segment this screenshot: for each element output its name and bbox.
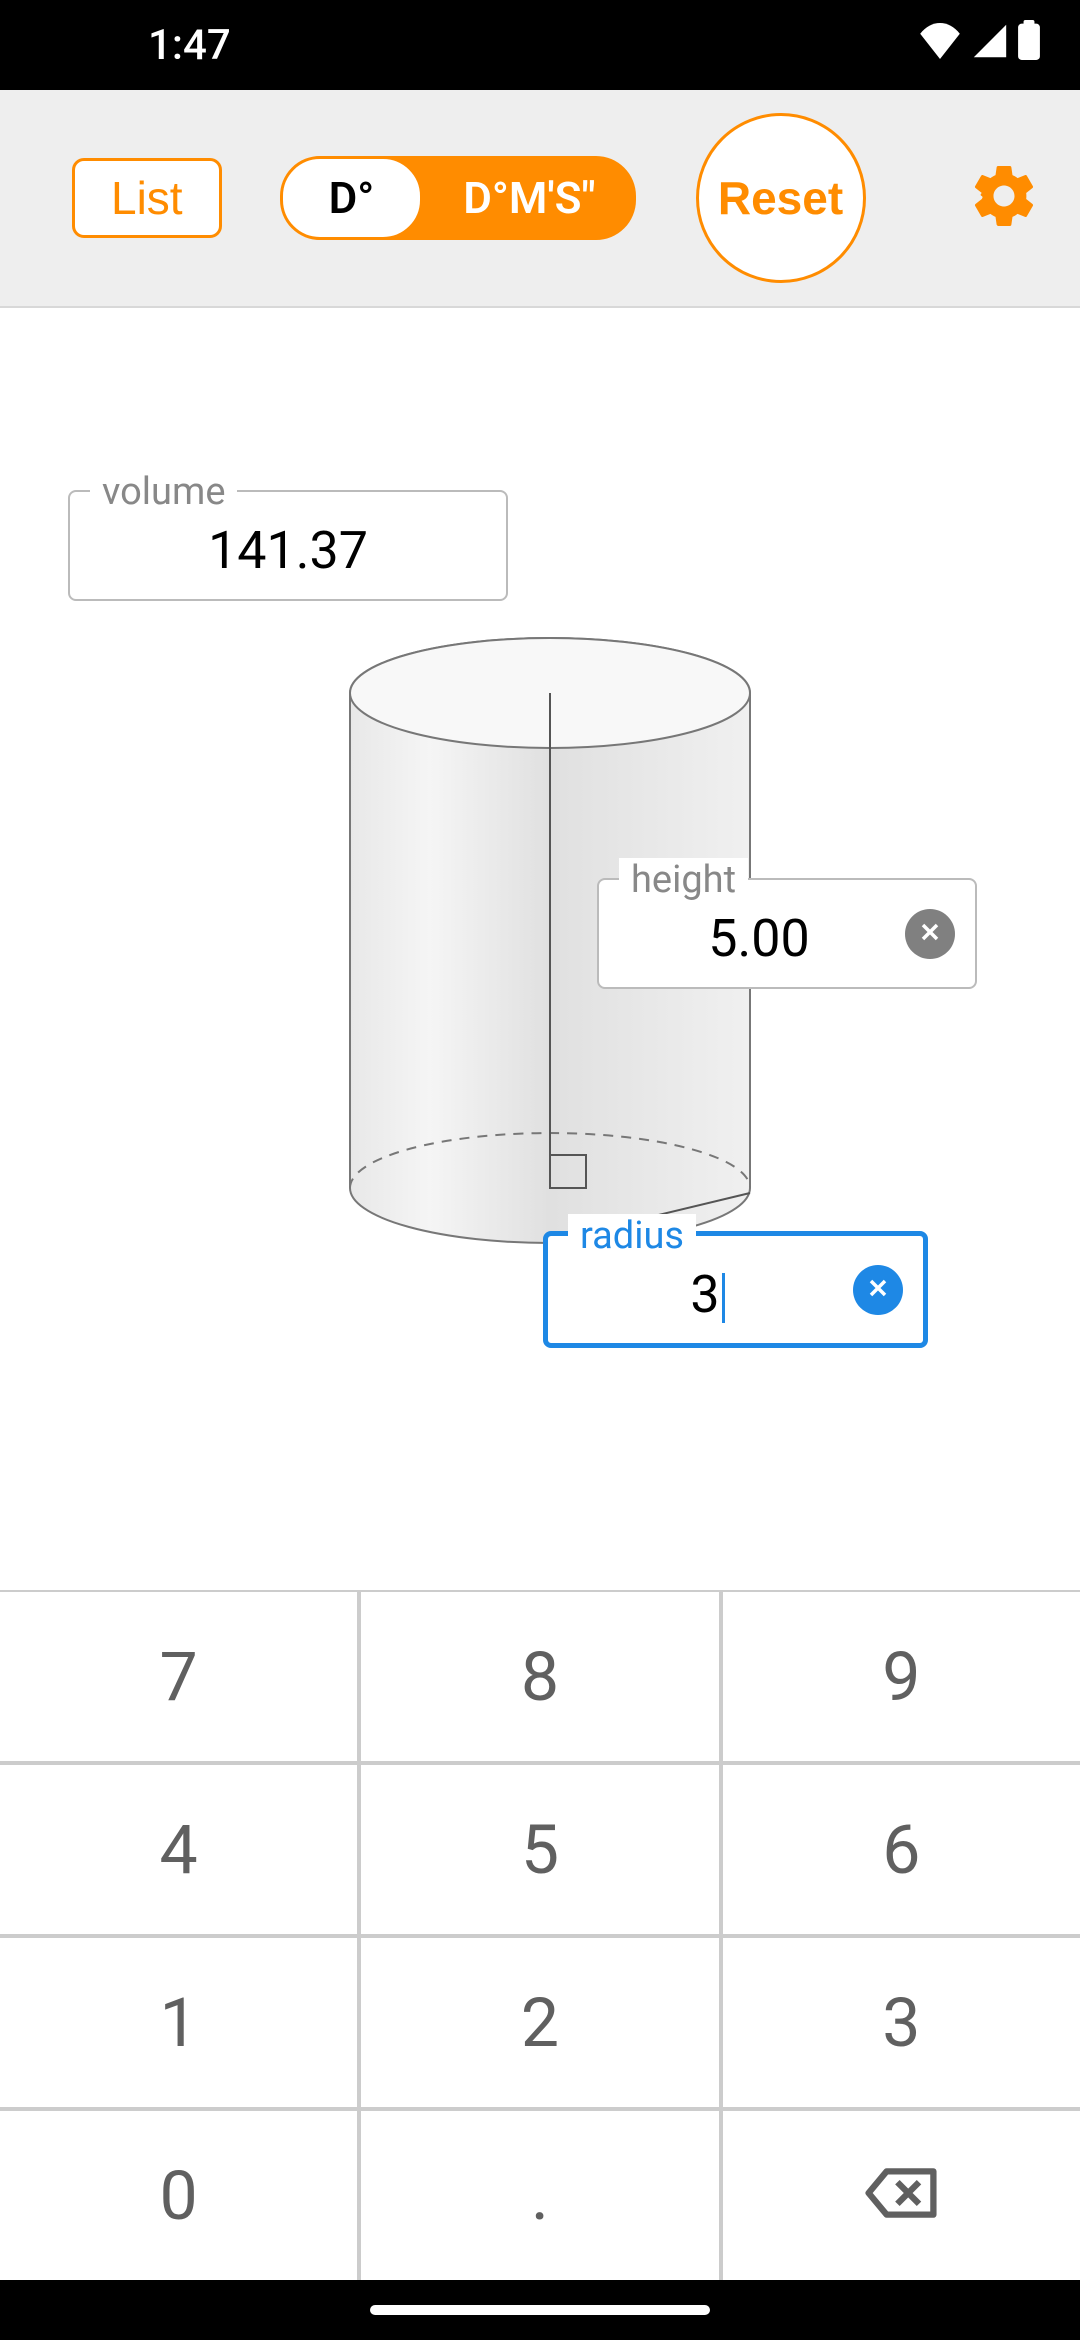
key-4[interactable]: 4 [0,1765,357,1934]
list-button[interactable]: List [72,158,222,238]
key-6[interactable]: 6 [723,1765,1080,1934]
clear-height-button[interactable] [905,909,955,959]
wifi-icon [918,21,962,70]
settings-button[interactable] [968,160,1040,236]
text-caret [722,1273,725,1323]
height-field[interactable]: height 5.00 [597,878,977,989]
key-3[interactable]: 3 [723,1938,1080,2107]
degree-mode-option[interactable]: D° [280,156,424,240]
key-7[interactable]: 7 [0,1592,357,1761]
home-indicator[interactable] [370,2305,710,2315]
key-1[interactable]: 1 [0,1938,357,2107]
radius-value: 3 [582,1264,833,1325]
status-icons [918,20,1040,71]
backspace-icon [865,2156,937,2236]
nav-bar [0,2280,1080,2340]
dms-mode-option[interactable]: D°M'S" [423,156,635,240]
screen: 1:47 List D° D°M'S" Reset [0,0,1080,2340]
key-backspace[interactable] [723,2111,1080,2280]
battery-icon [1018,20,1040,71]
volume-field[interactable]: volume 141.37 [68,490,508,601]
height-label: height [619,858,748,902]
key-0[interactable]: 0 [0,2111,357,2280]
radius-field[interactable]: radius 3 [543,1231,928,1348]
cell-signal-icon [972,21,1008,70]
volume-label: volume [90,470,237,514]
key-8[interactable]: 8 [361,1592,718,1761]
close-icon [864,1274,892,1306]
reset-button[interactable]: Reset [696,113,866,283]
toolbar: List D° D°M'S" Reset [0,90,1080,308]
key-2[interactable]: 2 [361,1938,718,2107]
key-5[interactable]: 5 [361,1765,718,1934]
radius-label: radius [568,1214,696,1258]
key-9[interactable]: 9 [723,1592,1080,1761]
status-time: 1:47 [148,21,231,70]
volume-value: 141.37 [104,520,472,581]
angle-mode-toggle[interactable]: D° D°M'S" [282,156,636,240]
gear-icon [968,217,1040,236]
status-bar: 1:47 [0,0,1080,90]
height-value: 5.00 [633,908,885,969]
clear-radius-button[interactable] [853,1265,903,1315]
close-icon [916,918,944,950]
keypad: 7 8 9 4 5 6 1 2 3 0 . [0,1590,1080,2280]
key-decimal[interactable]: . [361,2111,718,2280]
diagram-canvas: volume 141.37 height 5.00 radius 3 [0,308,1080,1590]
app-content: List D° D°M'S" Reset [0,90,1080,2280]
